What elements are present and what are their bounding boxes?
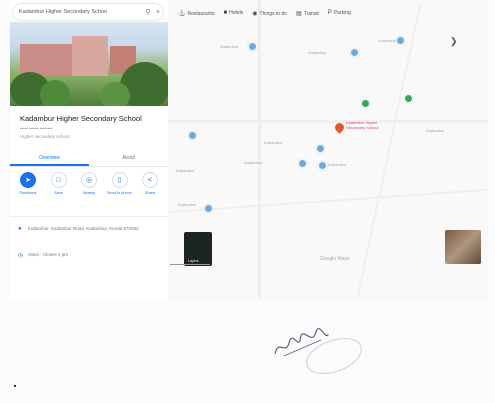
directions-label: Directions [19, 191, 37, 195]
place-panel: Kadambur Higher Secondary Schoo ⚲ × Kada… [10, 0, 168, 300]
map-label: Kadambur [328, 162, 347, 167]
map-label: Kadambur [176, 168, 195, 173]
place-photo[interactable] [10, 22, 168, 106]
map-poi-icon[interactable] [350, 48, 359, 57]
chip-things-to-do[interactable]: ◉ Things to do [252, 10, 287, 17]
chip-parking[interactable]: P Parking [328, 10, 351, 17]
map-canvas[interactable]: ⚓ Restaurants ■ Hotels ◉ Things to do ▤ Tran… [168, 0, 488, 300]
place-tabs: Overview About [10, 152, 168, 167]
map-poi-icon[interactable] [318, 161, 327, 170]
building-shape [72, 36, 108, 76]
nearby-label: Nearby [82, 191, 96, 195]
map-label: Kadambur [244, 160, 263, 165]
street-view-thumbnail[interactable] [445, 230, 481, 264]
address-row[interactable]: ● Kadambur, Kadambur Road, Kadambur, Ker… [18, 226, 158, 232]
road [168, 120, 488, 123]
map-poi-icon[interactable] [316, 144, 325, 153]
map-label: Kadambur [264, 140, 283, 145]
road [168, 188, 488, 214]
scan-speck [14, 385, 16, 387]
map-poi-icon[interactable] [204, 204, 213, 213]
share-button[interactable]: < Share [136, 172, 164, 196]
chip-transit-label: Transit [303, 11, 319, 17]
tree-shape [40, 80, 70, 106]
map-poi-icon[interactable] [248, 42, 257, 51]
map-poi-icon[interactable] [298, 159, 307, 168]
save-button[interactable]: □ Save [45, 172, 73, 196]
tab-about[interactable]: About [89, 152, 168, 166]
place-rating: ••••• •••••• •••••••• [20, 126, 53, 131]
scanned-page: Kadambur Higher Secondary Schoo ⚲ × Kada… [0, 0, 495, 403]
map-label: Kadambur [426, 128, 445, 133]
location-pin-icon: ● [18, 226, 22, 232]
map-label: Kadambur [378, 38, 397, 43]
search-input[interactable]: Kadambur Higher Secondary Schoo [13, 9, 143, 15]
compass-icon[interactable]: ❯ [450, 36, 458, 47]
maps-window: Kadambur Higher Secondary Schoo ⚲ × Kada… [10, 0, 488, 300]
restaurant-icon: ⚓ [178, 11, 186, 17]
search-bar[interactable]: Kadambur Higher Secondary Schoo ⚲ × [13, 4, 163, 20]
map-label: Kadambur [178, 202, 197, 207]
google-logo: Google Maps [320, 256, 350, 262]
nearby-icon: ◎ [81, 172, 97, 188]
chip-restaurants[interactable]: ⚓ Restaurants [178, 10, 214, 17]
parking-icon: P [327, 10, 332, 16]
road [356, 3, 422, 297]
chip-things-to-do-label: Things to do [259, 11, 288, 17]
map-poi-icon[interactable] [361, 99, 370, 108]
chip-hotels-label: Hotels [229, 10, 244, 16]
action-buttons: ➤ Directions □ Save ◎ Nearby ▯ Send to p… [14, 172, 164, 196]
directions-button[interactable]: ➤ Directions [14, 172, 42, 196]
chip-hotels[interactable]: ■ Hotels [223, 10, 243, 17]
layers-label: Layers [188, 259, 199, 263]
hours-row[interactable]: ◷ Open · Closes 4 pm [18, 252, 158, 259]
map-label: Kadambur [220, 44, 239, 49]
road [258, 0, 261, 300]
nearby-button[interactable]: ◎ Nearby [75, 172, 103, 196]
send-to-phone-button[interactable]: ▯ Send to phone [106, 172, 134, 196]
share-icon: < [142, 172, 158, 188]
address-text: Kadambur, Kadambur Road, Kadambur, Keral… [28, 226, 139, 231]
map-label: Kadambur [308, 50, 327, 55]
clock-icon: ◷ [18, 253, 24, 259]
place-title: Kadambur Higher Secondary School [20, 114, 142, 123]
chip-restaurants-label: Restaurants [187, 11, 215, 17]
search-icon[interactable]: ⚲ [143, 8, 153, 16]
map-poi-icon[interactable] [188, 131, 197, 140]
phone-icon: ▯ [111, 172, 128, 188]
divider [170, 264, 210, 265]
close-icon[interactable]: × [153, 9, 163, 16]
category-chips: ⚓ Restaurants ■ Hotels ◉ Things to do ▤ Tran… [178, 10, 351, 17]
place-category[interactable]: Higher secondary school [20, 134, 70, 139]
camera-icon: ◉ [252, 11, 258, 17]
save-label: Save [54, 191, 63, 195]
place-marker-icon[interactable] [333, 121, 346, 134]
chip-parking-label: Parking [333, 10, 351, 16]
hours-text: Open · Closes 4 pm [28, 252, 69, 257]
directions-icon: ➤ [20, 172, 36, 188]
tree-shape [100, 82, 130, 106]
tab-overview[interactable]: Overview [10, 152, 89, 166]
share-label: Share [144, 191, 156, 195]
chip-transit[interactable]: ▤ Transit [296, 10, 319, 17]
hotel-icon: ■ [223, 10, 228, 16]
send-to-phone-label: Send to phone [107, 191, 132, 195]
divider [10, 216, 168, 217]
layers-thumbnail[interactable]: Layers [184, 232, 212, 266]
map-poi-icon[interactable] [404, 94, 413, 103]
transit-icon: ▤ [296, 11, 302, 17]
map-poi-icon[interactable] [396, 36, 405, 45]
place-marker-label[interactable]: Kadambur Higher Secondary School [346, 120, 382, 130]
save-icon: □ [50, 172, 67, 188]
